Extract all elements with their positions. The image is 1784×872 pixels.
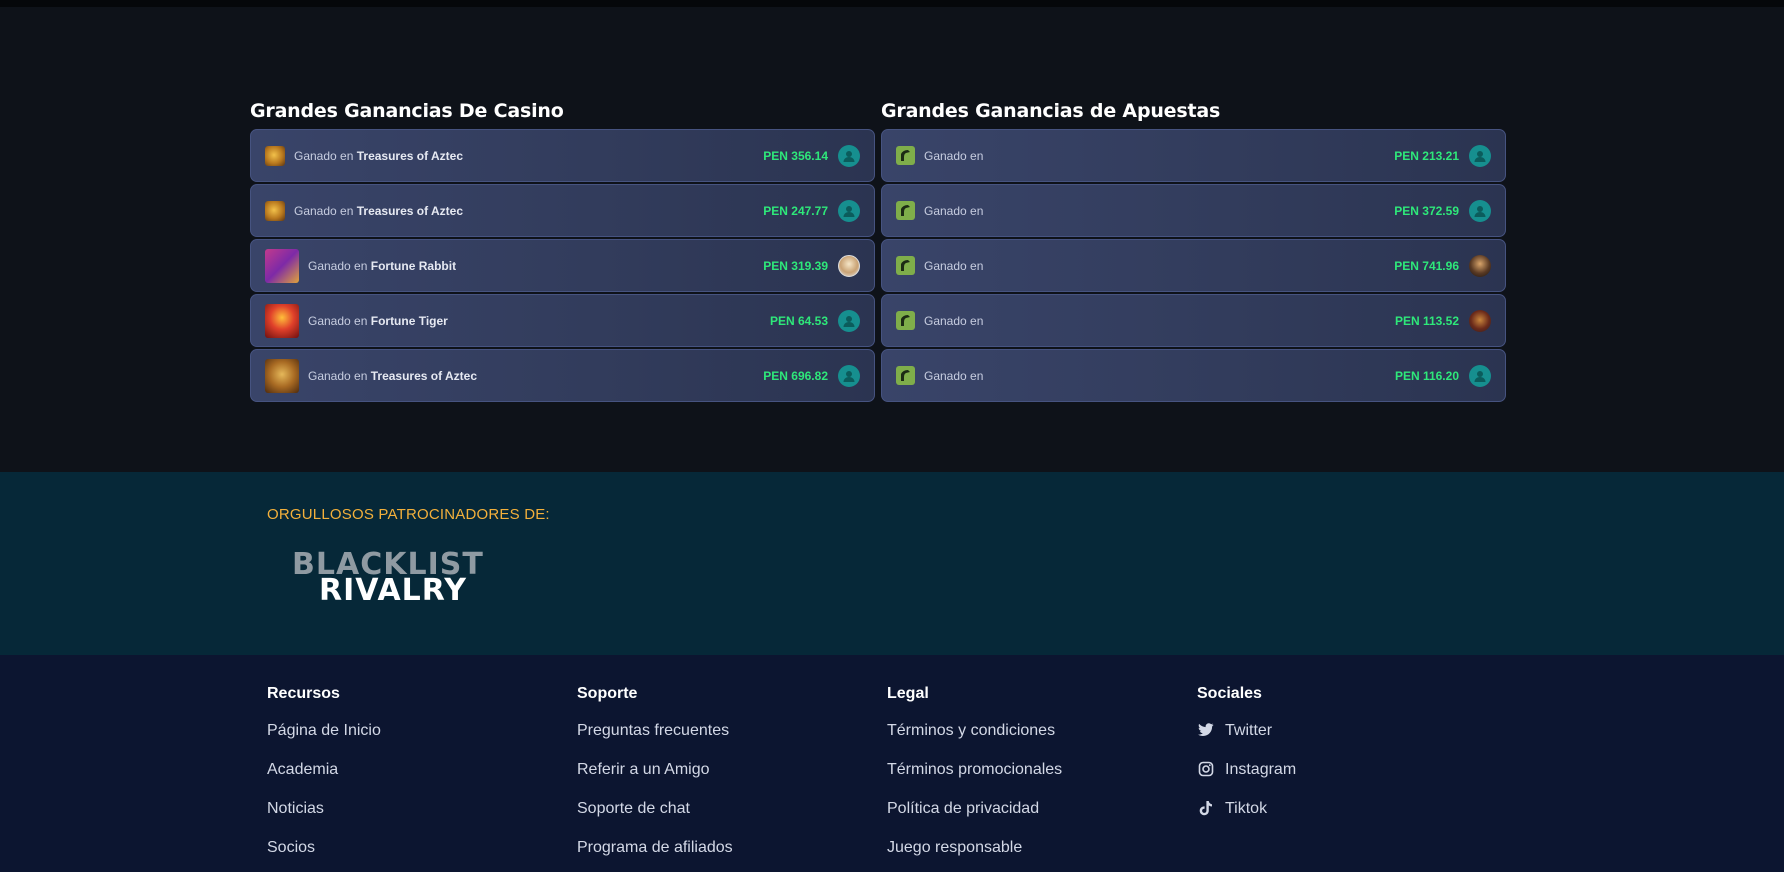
top-bar bbox=[0, 0, 1784, 7]
tiktok-icon bbox=[1197, 799, 1215, 817]
sport-icon bbox=[896, 146, 915, 165]
footer-heading: Legal bbox=[887, 685, 929, 702]
game-thumbnail-icon bbox=[265, 200, 285, 221]
social-label: Instagram bbox=[1225, 761, 1297, 778]
footer-column-sociales: Sociales Twitter Instagram Tiktok bbox=[1197, 685, 1457, 838]
bet-win-row[interactable]: Ganado en PEN 213.21 bbox=[881, 129, 1506, 182]
user-avatar-icon bbox=[838, 364, 860, 387]
footer-link-faq[interactable]: Preguntas frecuentes bbox=[577, 721, 837, 760]
blacklist-rivalry-logo[interactable]: BLACKLIST RIVALRY bbox=[292, 550, 544, 608]
win-description: Ganado en bbox=[924, 368, 984, 383]
footer-link-twitter[interactable]: Twitter bbox=[1197, 721, 1457, 760]
footer-column-legal: Legal Términos y condiciones Términos pr… bbox=[887, 685, 1147, 872]
win-amount: PEN 356.14 bbox=[763, 148, 828, 163]
footer-link-referir[interactable]: Referir a un Amigo bbox=[577, 760, 837, 799]
win-description: Ganado en Treasures of Aztec bbox=[308, 368, 477, 383]
casino-win-row[interactable]: Ganado en Fortune Tiger PEN 64.53 bbox=[250, 294, 875, 347]
bet-win-row[interactable]: Ganado en PEN 372.59 bbox=[881, 184, 1506, 237]
footer-link-juego-responsable[interactable]: Juego responsable bbox=[887, 838, 1147, 872]
sport-icon bbox=[896, 256, 915, 275]
site-footer: Recursos Página de Inicio Academia Notic… bbox=[0, 655, 1784, 872]
win-description: Ganado en bbox=[924, 148, 984, 163]
sponsors-title: ORGULLOSOS PATROCINADORES DE: bbox=[267, 506, 550, 523]
win-description: Ganado en bbox=[924, 203, 984, 218]
footer-link-afiliados[interactable]: Programa de afiliados bbox=[577, 838, 837, 872]
twitter-icon bbox=[1197, 721, 1215, 739]
footer-link-socios[interactable]: Socios bbox=[267, 838, 527, 872]
win-description: Ganado en Treasures of Aztec bbox=[294, 203, 463, 218]
win-description: Ganado en bbox=[924, 258, 984, 273]
game-name: Fortune Rabbit bbox=[370, 258, 457, 273]
win-description: Ganado en Treasures of Aztec bbox=[294, 148, 463, 163]
game-name: Treasures of Aztec bbox=[356, 203, 463, 218]
win-amount: PEN 319.39 bbox=[763, 258, 828, 273]
casino-wins-title: Grandes Ganancias De Casino bbox=[250, 100, 564, 122]
instagram-icon bbox=[1197, 760, 1215, 778]
big-wins-section: Grandes Ganancias De Casino Ganado en Tr… bbox=[0, 7, 1784, 472]
footer-link-noticias[interactable]: Noticias bbox=[267, 799, 527, 838]
bet-win-row[interactable]: Ganado en PEN 113.52 bbox=[881, 294, 1506, 347]
user-avatar bbox=[1469, 254, 1491, 277]
bet-win-row[interactable]: Ganado en PEN 741.96 bbox=[881, 239, 1506, 292]
user-avatar bbox=[1469, 309, 1491, 332]
win-amount: PEN 372.59 bbox=[1394, 203, 1459, 218]
footer-link-tiktok[interactable]: Tiktok bbox=[1197, 799, 1457, 838]
footer-link-instagram[interactable]: Instagram bbox=[1197, 760, 1457, 799]
footer-link-privacidad[interactable]: Política de privacidad bbox=[887, 799, 1147, 838]
casino-win-row[interactable]: Ganado en Treasures of Aztec PEN 247.77 bbox=[250, 184, 875, 237]
footer-link-academia[interactable]: Academia bbox=[267, 760, 527, 799]
user-avatar-icon bbox=[838, 144, 860, 167]
win-amount: PEN 696.82 bbox=[763, 368, 828, 383]
bet-win-row[interactable]: Ganado en PEN 116.20 bbox=[881, 349, 1506, 402]
user-avatar-icon bbox=[1469, 364, 1491, 387]
game-thumbnail-icon bbox=[265, 248, 299, 283]
footer-link-promocionales[interactable]: Términos promocionales bbox=[887, 760, 1147, 799]
sponsors-section: ORGULLOSOS PATROCINADORES DE: BLACKLIST … bbox=[0, 472, 1784, 655]
footer-link-chat[interactable]: Soporte de chat bbox=[577, 799, 837, 838]
game-thumbnail-icon bbox=[265, 303, 299, 338]
logo-line-bottom: RIVALRY bbox=[319, 573, 467, 608]
footer-column-recursos: Recursos Página de Inicio Academia Notic… bbox=[267, 685, 527, 872]
game-thumbnail-icon bbox=[265, 358, 299, 393]
social-label: Twitter bbox=[1225, 722, 1273, 739]
game-thumbnail-icon bbox=[265, 145, 285, 166]
user-avatar-icon bbox=[1469, 199, 1491, 222]
user-avatar bbox=[838, 254, 860, 277]
win-amount: PEN 247.77 bbox=[763, 203, 828, 218]
game-name: Fortune Tiger bbox=[370, 313, 448, 328]
bets-wins-title: Grandes Ganancias de Apuestas bbox=[881, 100, 1221, 122]
game-name: Treasures of Aztec bbox=[370, 368, 477, 383]
sport-icon bbox=[896, 201, 915, 220]
win-description: Ganado en Fortune Rabbit bbox=[308, 258, 457, 273]
user-avatar-icon bbox=[838, 199, 860, 222]
win-amount: PEN 741.96 bbox=[1394, 258, 1459, 273]
user-avatar-icon bbox=[1469, 144, 1491, 167]
user-avatar-icon bbox=[838, 309, 860, 332]
casino-win-row[interactable]: Ganado en Fortune Rabbit PEN 319.39 bbox=[250, 239, 875, 292]
footer-column-soporte: Soporte Preguntas frecuentes Referir a u… bbox=[577, 685, 837, 872]
win-amount: PEN 113.52 bbox=[1394, 313, 1459, 328]
win-amount: PEN 64.53 bbox=[769, 313, 828, 328]
casino-win-row[interactable]: Ganado en Treasures of Aztec PEN 356.14 bbox=[250, 129, 875, 182]
footer-link-terminos[interactable]: Términos y condiciones bbox=[887, 721, 1147, 760]
social-label: Tiktok bbox=[1225, 800, 1268, 817]
sport-icon bbox=[896, 366, 915, 385]
win-amount: PEN 213.21 bbox=[1394, 148, 1459, 163]
win-description: Ganado en bbox=[924, 313, 984, 328]
win-description: Ganado en Fortune Tiger bbox=[308, 313, 448, 328]
footer-heading: Sociales bbox=[1197, 685, 1262, 702]
footer-heading: Recursos bbox=[267, 685, 340, 702]
footer-heading: Soporte bbox=[577, 685, 638, 702]
win-amount: PEN 116.20 bbox=[1394, 368, 1459, 383]
footer-link-inicio[interactable]: Página de Inicio bbox=[267, 721, 527, 760]
casino-win-row[interactable]: Ganado en Treasures of Aztec PEN 696.82 bbox=[250, 349, 875, 402]
bets-wins-column: Grandes Ganancias de Apuestas Ganado en … bbox=[881, 99, 1506, 404]
casino-wins-column: Grandes Ganancias De Casino Ganado en Tr… bbox=[250, 99, 875, 404]
game-name: Treasures of Aztec bbox=[356, 148, 463, 163]
sport-icon bbox=[896, 311, 915, 330]
